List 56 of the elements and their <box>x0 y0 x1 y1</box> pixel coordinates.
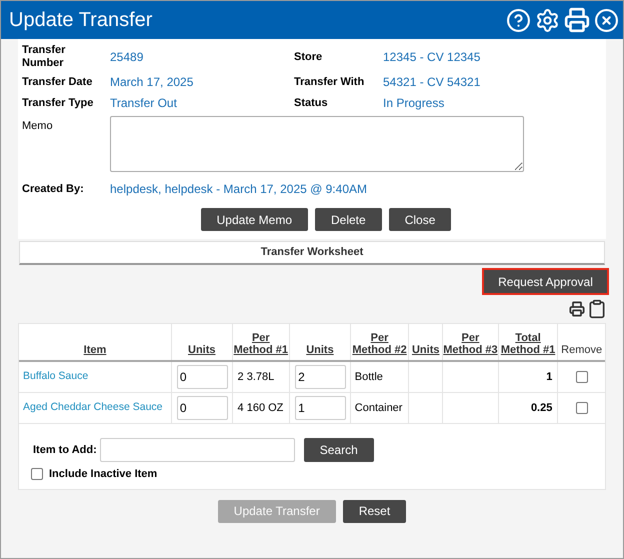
item-to-add-field[interactable] <box>100 438 295 462</box>
field-label: Transfer Number <box>22 44 66 70</box>
column-header[interactable]: Item <box>84 344 106 356</box>
memo-action-button[interactable]: Update Memo <box>200 208 308 231</box>
worksheet-title: Transfer Worksheet <box>260 245 364 260</box>
memo-action-button[interactable]: Delete <box>315 208 382 231</box>
table-cell-text: 0.25 <box>530 400 552 416</box>
field-label: Transfer Type <box>22 96 94 110</box>
clipboard-icon[interactable] <box>587 299 607 319</box>
field-label: Transfer Date <box>22 76 94 88</box>
column-header: Remove <box>561 344 602 356</box>
column-header[interactable]: Units <box>306 344 334 356</box>
item-link[interactable]: Buffalo Sauce <box>23 369 88 385</box>
column-header[interactable]: Per Method #3 <box>443 332 498 356</box>
item-link[interactable]: Aged Cheddar Cheese Sauce <box>23 400 163 416</box>
remove-checkbox[interactable] <box>576 371 588 383</box>
field-label: Store <box>294 50 324 64</box>
table-cell-text: 2 3.78L <box>238 370 274 385</box>
printer-icon[interactable] <box>569 301 585 317</box>
field-value: In Progress <box>383 95 446 112</box>
field-value: March 17, 2025 <box>110 74 194 91</box>
field-value: 25489 <box>110 49 144 66</box>
units-field[interactable]: 0 <box>176 396 228 420</box>
memo-label: Memo <box>22 119 54 134</box>
field-label: Status <box>294 96 329 110</box>
field-value: 54321 - CV 54321 <box>383 74 482 91</box>
table-cell-text: Bottle <box>354 370 383 385</box>
window-title: Update Transfer <box>9 8 152 33</box>
column-header[interactable]: Per Method #1 <box>232 332 290 356</box>
table-cell-text: 4 160 OZ <box>238 400 284 416</box>
units-field[interactable]: 2 <box>295 365 346 389</box>
item-to-add-label: Item to Add: <box>33 442 97 458</box>
field-value: Transfer Out <box>110 95 178 112</box>
search-button[interactable]: Search <box>304 438 374 462</box>
column-header[interactable]: Units <box>412 344 440 356</box>
include-inactive-label: Include Inactive Item <box>49 467 158 482</box>
column-header[interactable]: Units <box>188 344 216 356</box>
units-field[interactable]: 0 <box>176 365 228 389</box>
memo-field[interactable] <box>110 116 524 172</box>
footer-action-button[interactable]: Reset <box>342 500 406 522</box>
created-by-label: Created By: <box>22 182 85 197</box>
table-cell-text: 1 <box>546 370 552 385</box>
close-icon[interactable] <box>594 8 619 32</box>
memo-action-button[interactable]: Close <box>388 208 452 231</box>
created-by-value: helpdesk, helpdesk - March 17, 2025 @ 9:40AM <box>110 181 367 198</box>
printer-icon[interactable] <box>564 7 590 33</box>
column-header[interactable]: Total Method #1 <box>498 332 558 356</box>
units-field[interactable]: 1 <box>295 396 346 420</box>
settings-icon[interactable] <box>535 8 560 32</box>
table-cell-text: Container <box>354 400 402 416</box>
remove-checkbox[interactable] <box>576 402 588 414</box>
field-value: 12345 - CV 12345 <box>383 49 482 66</box>
field-label: Transfer With <box>294 76 366 88</box>
column-header[interactable]: Per Method #2 <box>350 332 408 356</box>
help-icon[interactable] <box>506 8 531 32</box>
request-approval-button[interactable]: Request Approval <box>482 268 609 295</box>
